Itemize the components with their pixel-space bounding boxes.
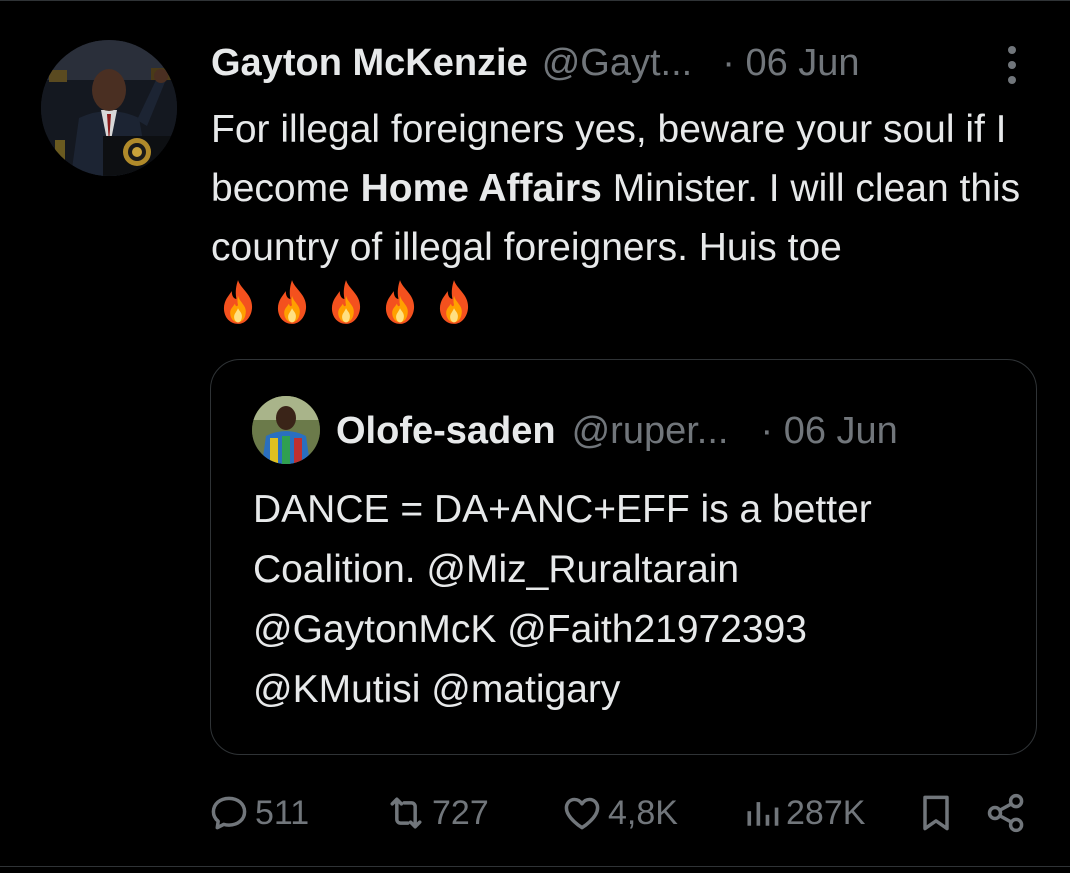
reply-icon <box>207 791 251 835</box>
tweet-header: Gayton McKenzie @Gayt... · 06 Jun <box>211 38 860 88</box>
fire-emoji-row <box>213 277 479 327</box>
quoted-tweet-date[interactable]: · 06 Jun <box>760 406 897 456</box>
quoted-author-handle[interactable]: @ruper... <box>572 406 729 456</box>
quoted-tweet-text: DANCE = DA+ANC+EFF is a better Coalition… <box>253 480 1013 720</box>
share-icon <box>984 793 1028 840</box>
views-count: 287K <box>786 794 866 832</box>
bottom-divider <box>0 866 1070 867</box>
fire-emoji <box>331 280 361 324</box>
more-icon[interactable] <box>1000 44 1024 88</box>
tweet-text-bold: Home Affairs <box>360 167 602 210</box>
bookmark-button[interactable] <box>914 790 958 841</box>
quoted-text-line: @KMutisi @matigary <box>253 668 621 711</box>
tweet-text: For illegal foreigners yes, beware your … <box>211 100 1051 338</box>
views-icon <box>742 791 782 835</box>
retweet-button[interactable]: 727 <box>384 790 489 836</box>
heart-icon <box>560 791 604 835</box>
quoted-author-avatar[interactable] <box>252 396 320 464</box>
quoted-author-display-name[interactable]: Olofe-saden <box>336 406 556 456</box>
fire-emoji <box>439 280 469 324</box>
fire-emoji <box>223 280 253 324</box>
fire-emoji <box>277 280 307 324</box>
quoted-text-line: @GaytonMcK @Faith21972393 <box>253 608 807 651</box>
author-avatar[interactable] <box>41 40 177 176</box>
retweet-icon <box>384 791 428 835</box>
views-button[interactable]: 287K <box>742 790 865 836</box>
reply-button[interactable]: 511 <box>207 790 309 836</box>
quoted-text-line: Coalition. @Miz_Ruraltarain <box>253 548 740 591</box>
like-button[interactable]: 4,8K <box>560 790 678 836</box>
like-count: 4,8K <box>608 794 678 832</box>
share-button[interactable] <box>984 790 1028 841</box>
reply-count: 511 <box>255 794 310 832</box>
quoted-text-line: DANCE = DA+ANC+EFF is a better <box>253 488 872 531</box>
fire-emoji <box>385 280 415 324</box>
top-divider <box>0 0 1070 1</box>
bookmark-icon <box>914 795 958 840</box>
author-handle[interactable]: @Gayt... <box>542 38 693 88</box>
quoted-tweet-header: Olofe-saden @ruper... · 06 Jun <box>336 406 898 456</box>
author-display-name[interactable]: Gayton McKenzie <box>211 38 528 88</box>
retweet-count: 727 <box>432 794 489 832</box>
tweet-date[interactable]: · 06 Jun <box>722 38 859 88</box>
